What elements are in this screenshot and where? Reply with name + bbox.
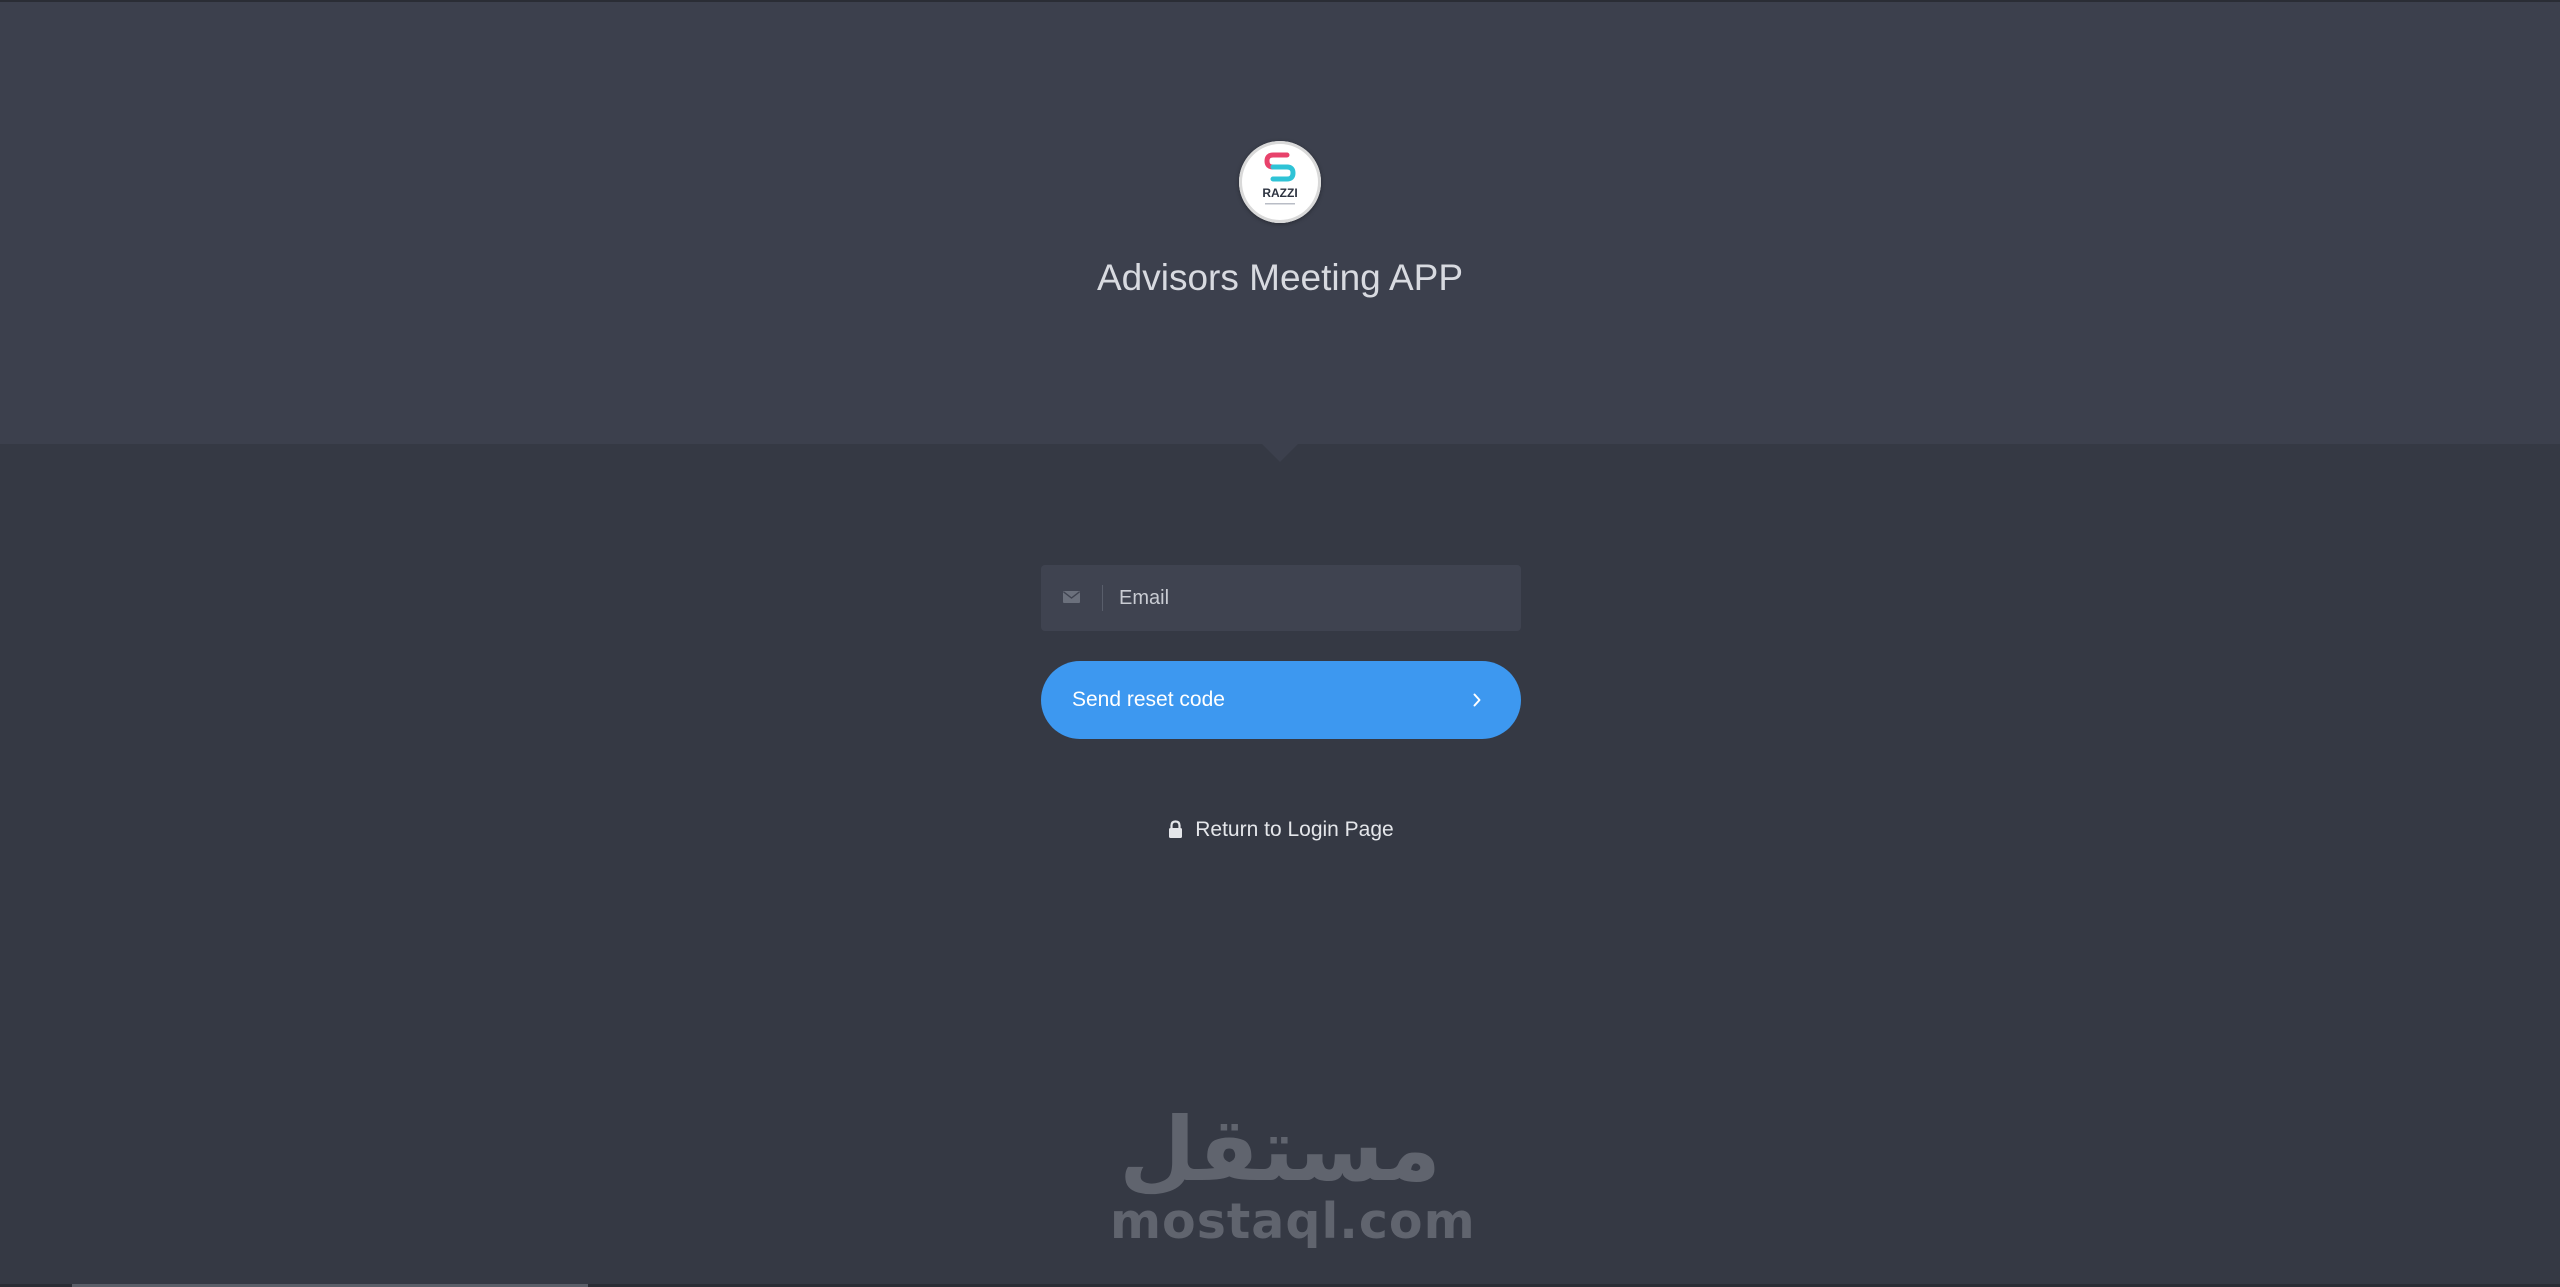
- razzi-logo-graphic: RAZZI: [1262, 152, 1298, 205]
- chevron-right-icon: [1473, 693, 1481, 707]
- page-title: Advisors Meeting APP: [1096, 257, 1464, 298]
- logo-text: RAZZI: [1262, 186, 1297, 200]
- envelope-icon: [1063, 591, 1080, 603]
- lock-icon: [1169, 820, 1183, 838]
- return-to-login-label: Return to Login Page: [1195, 818, 1394, 841]
- header-pointer: [1262, 444, 1298, 462]
- email-field-wrapper: [1041, 565, 1521, 631]
- input-divider: [1102, 585, 1103, 611]
- send-reset-code-button[interactable]: Send reset code: [1041, 661, 1521, 739]
- email-input[interactable]: [1119, 565, 1509, 631]
- send-reset-code-label: Send reset code: [1072, 688, 1225, 711]
- watermark-latin-text: mostaql.com: [1110, 1193, 1476, 1250]
- return-to-login-link[interactable]: Return to Login Page: [1041, 815, 1521, 845]
- razzi-logo: RAZZI: [1239, 141, 1321, 223]
- mostaql-watermark: مستقل mostaql.com: [1110, 1098, 1476, 1250]
- watermark-arabic-text: مستقل: [1119, 1098, 1441, 1201]
- page-header: RAZZI Advisors Meeting APP: [0, 2, 2560, 444]
- reset-password-form: Send reset code Return to Login Page: [1041, 565, 1521, 841]
